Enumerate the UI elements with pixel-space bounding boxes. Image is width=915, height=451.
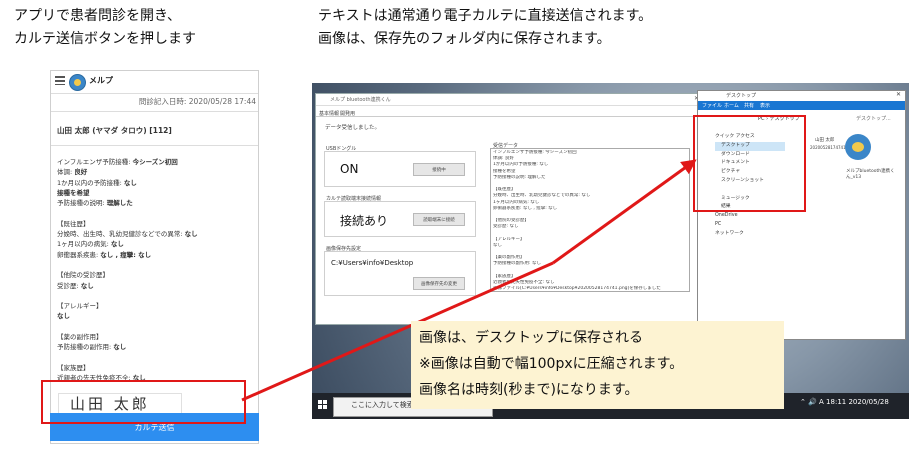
callout-line1: 画像は、デスクトップに保存される (419, 330, 643, 346)
arrow-to-explorer (552, 159, 697, 265)
callout-line2: ※画像は自動で幅100pxに圧縮されます。 (419, 356, 684, 372)
callout-line3: 画像名は時刻(秒まで)になります。 (419, 382, 639, 398)
callout-note: 画像は、デスクトップに保存される ※画像は自動で幅100pxに圧縮されます。 画… (411, 321, 784, 409)
